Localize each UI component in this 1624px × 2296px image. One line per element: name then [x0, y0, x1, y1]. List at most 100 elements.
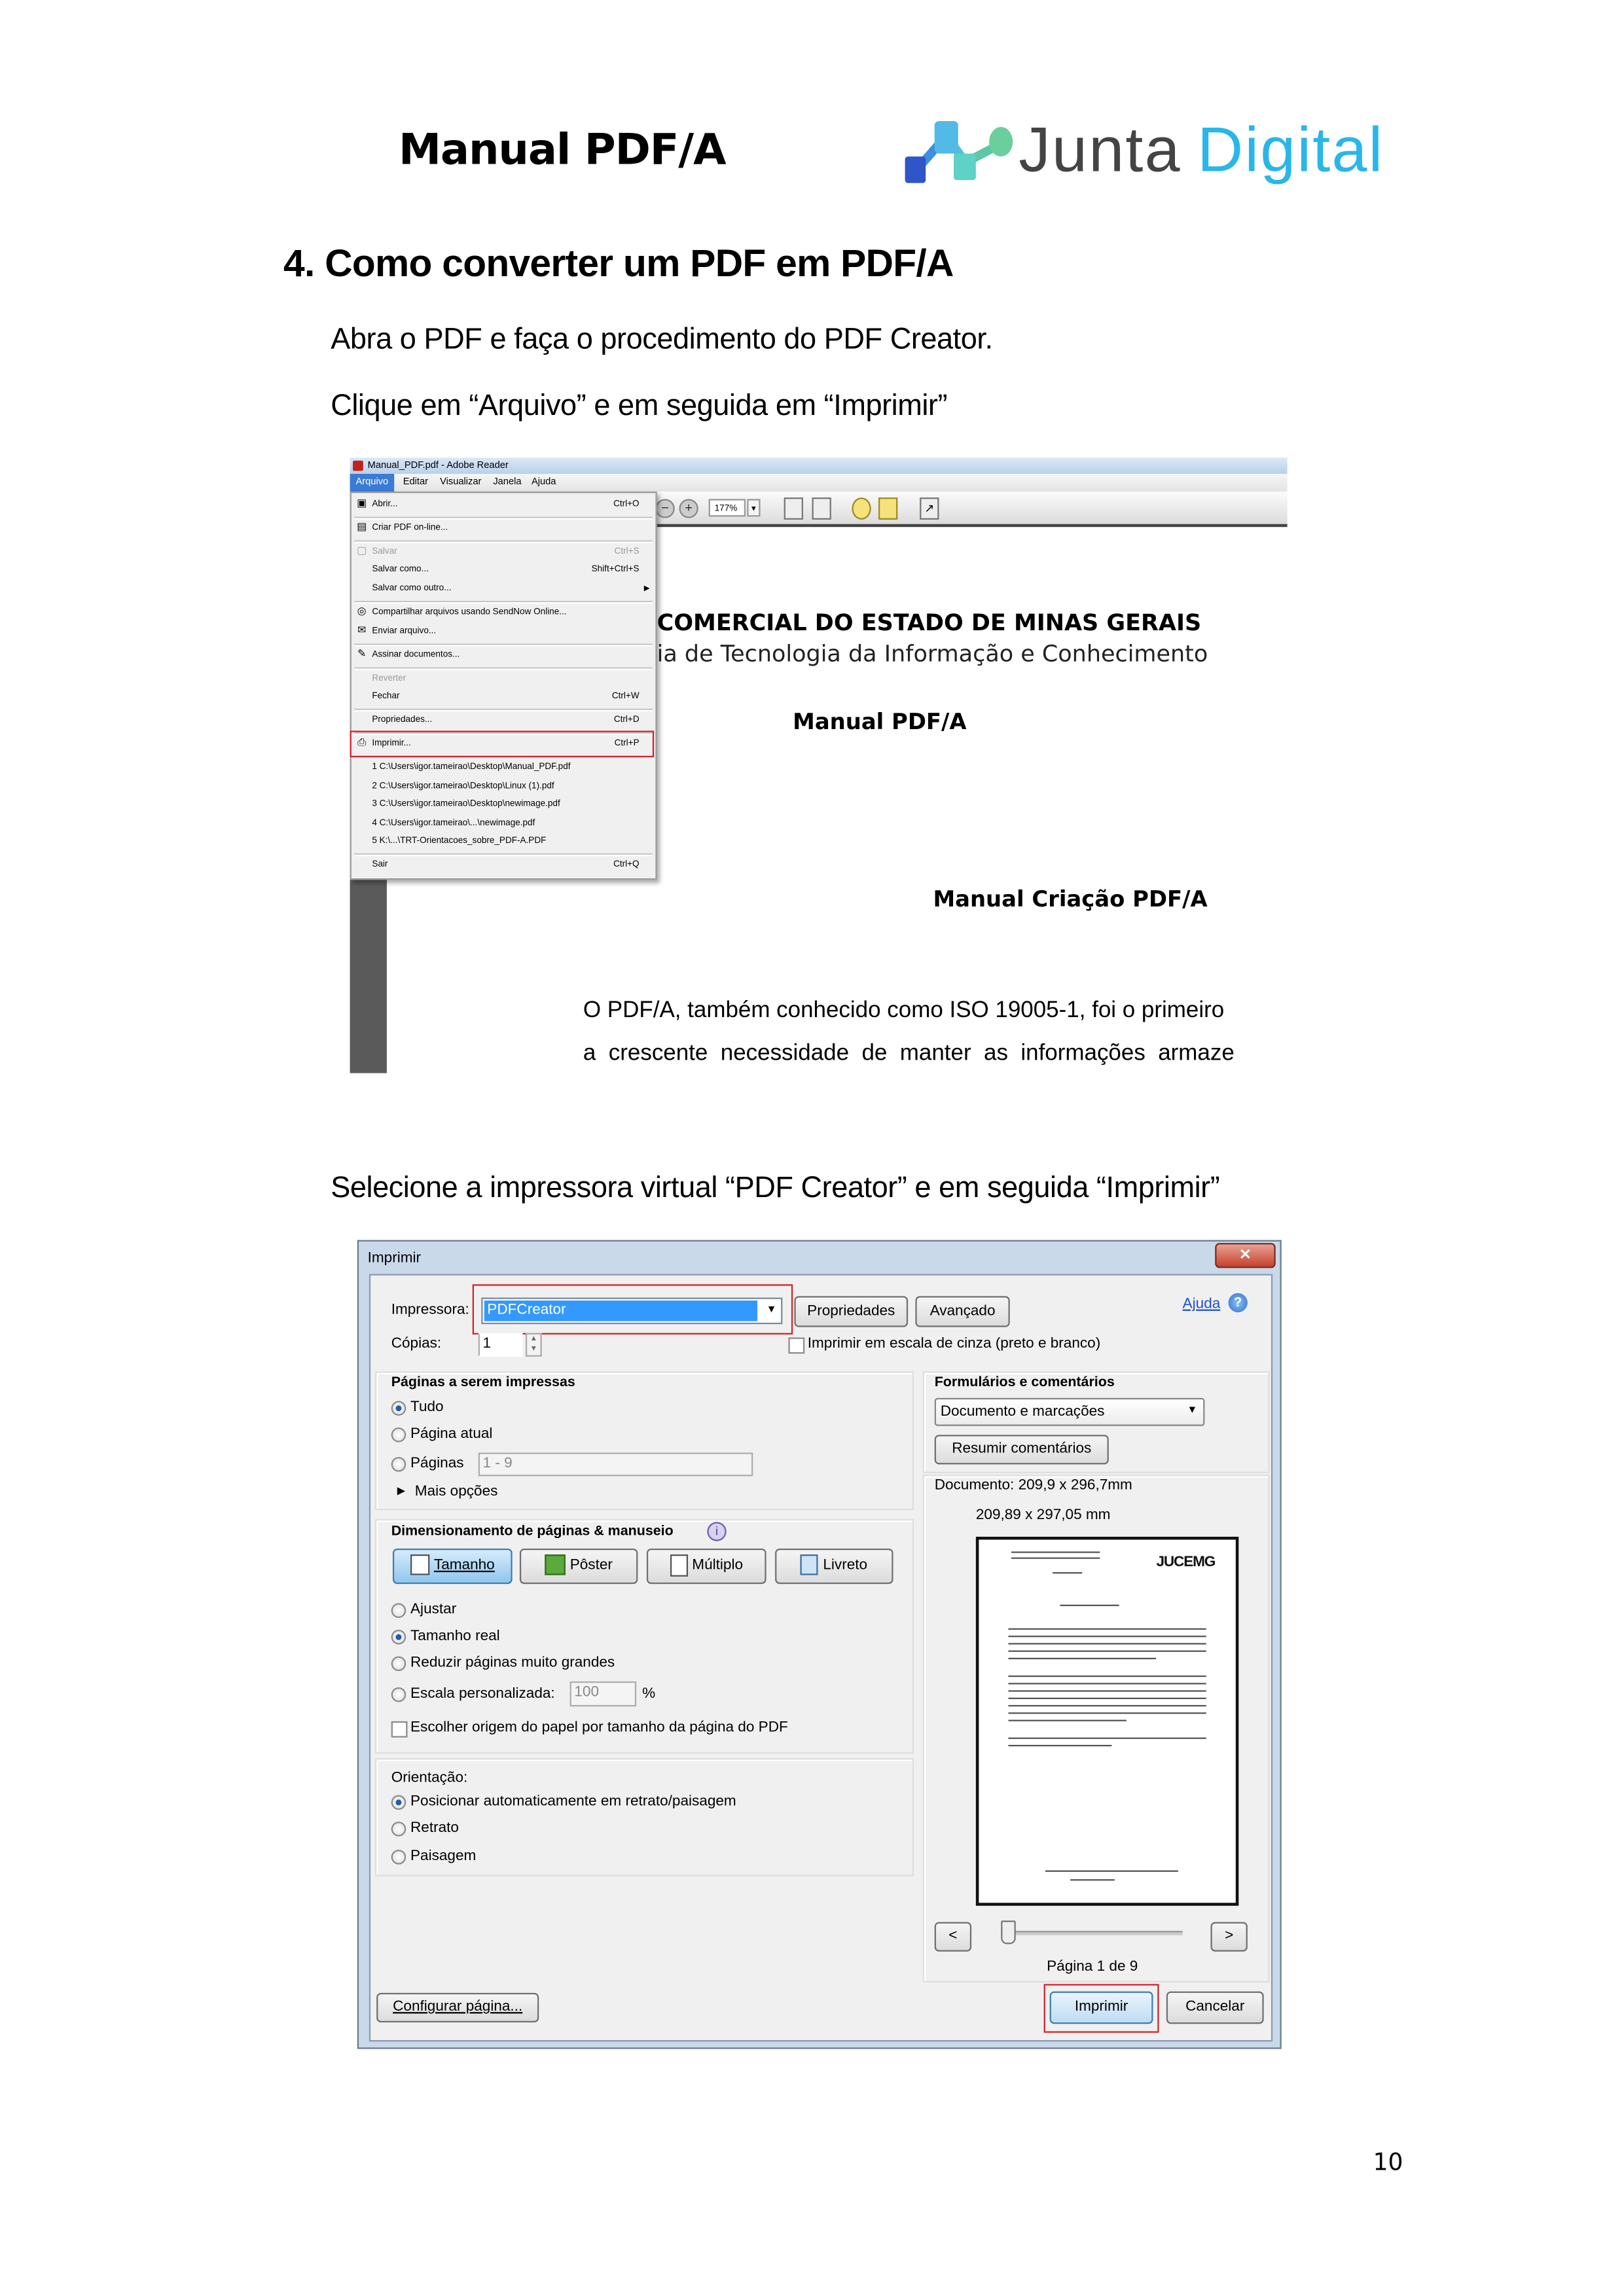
radio-all-pages[interactable]: [391, 1401, 406, 1416]
paper-source-checkbox[interactable]: [391, 1721, 408, 1738]
custom-scale-input[interactable]: 100: [569, 1681, 637, 1707]
recent-file-item[interactable]: 4 C:\Users\igor.tameirao\...\newimage.pd…: [352, 815, 656, 833]
highlight-icon[interactable]: [878, 497, 898, 520]
menu-item-label: Fechar: [372, 692, 400, 702]
grayscale-label: Imprimir em escala de cinza (preto e bra…: [807, 1336, 1101, 1352]
preview-text-line: [1008, 1650, 1206, 1653]
tab-multiple[interactable]: Múltiplo: [646, 1548, 767, 1585]
fit-width-icon[interactable]: [812, 497, 831, 520]
recent-file-item[interactable]: 5 K:\...\TRT-Orientacoes_sobre_PDF-A.PDF: [352, 833, 656, 850]
radio-shrink[interactable]: [391, 1656, 406, 1672]
recent-file-item[interactable]: 2 C:\Users\igor.tameirao\Desktop\Linux (…: [352, 778, 656, 796]
preview-text-line: [1008, 1636, 1206, 1638]
menu-item-label: Salvar como outro...: [372, 584, 452, 594]
expand-triangle-icon[interactable]: ▶: [397, 1484, 405, 1501]
menu-item[interactable]: Salvar como outro... ▶: [352, 580, 656, 598]
menu-item[interactable]: ▤ Criar PDF on-line...: [352, 520, 656, 537]
page-setup-button[interactable]: Configurar página...: [376, 1992, 539, 2022]
printer-label: Impressora:: [391, 1302, 469, 1319]
preview-text-line: [1008, 1643, 1206, 1645]
menu-janela[interactable]: Janela: [493, 474, 521, 492]
fit-page-icon[interactable]: [784, 497, 803, 520]
pages-group-title: Páginas a serem impressas: [391, 1374, 575, 1391]
menu-editar[interactable]: Editar: [403, 474, 428, 492]
menu-item[interactable]: Sair Ctrl+Q: [352, 856, 656, 874]
doc-subtitle: Manual Criação PDF/A: [933, 886, 1208, 912]
close-button[interactable]: ✕: [1215, 1243, 1276, 1268]
copies-input[interactable]: 1: [478, 1333, 523, 1357]
summarize-comments-button[interactable]: Resumir comentários: [934, 1435, 1109, 1465]
header-title: Manual PDF/A: [398, 124, 727, 175]
menu-item-label: 3 C:\Users\igor.tameirao\Desktop\newimag…: [372, 800, 560, 809]
radio-auto-orientation[interactable]: [391, 1795, 406, 1810]
menu-item[interactable]: Propriedades... Ctrl+D: [352, 711, 656, 729]
tab-poster[interactable]: Pôster: [519, 1548, 638, 1585]
window-title: Manual_PDF.pdf - Adobe Reader: [367, 460, 509, 471]
menu-visualizar[interactable]: Visualizar: [440, 474, 481, 492]
comments-select[interactable]: Documento e marcações ▼: [934, 1397, 1205, 1426]
menu-item[interactable]: ✉ Enviar arquivo...: [352, 623, 656, 641]
menu-item-label: Assinar documentos...: [372, 651, 460, 660]
zoom-dropdown-icon[interactable]: ▼: [747, 499, 761, 517]
preview-text-line: [1008, 1705, 1206, 1707]
menu-item-label: 1 C:\Users\igor.tameirao\Desktop\Manual_…: [372, 763, 571, 772]
more-options-link[interactable]: Mais opções: [415, 1484, 498, 1501]
zoom-out-icon[interactable]: −: [655, 499, 675, 518]
prev-page-button[interactable]: <: [934, 1922, 972, 1952]
menu-arquivo[interactable]: Arquivo: [350, 473, 395, 492]
comment-icon[interactable]: [852, 497, 871, 520]
open-folder-icon: ▣: [357, 499, 367, 510]
menu-item-label: Abrir...: [372, 500, 398, 510]
expand-icon[interactable]: ↗: [920, 497, 939, 520]
current-page-label: Página atual: [410, 1426, 493, 1443]
menu-item[interactable]: ▣ Abrir... Ctrl+O: [352, 496, 656, 514]
doc-title: Manual PDF/A: [793, 708, 967, 736]
tab-size[interactable]: Tamanho: [392, 1548, 513, 1585]
window-title-bar: Manual_PDF.pdf - Adobe Reader: [350, 457, 1288, 474]
help-icon[interactable]: ?: [1228, 1293, 1248, 1313]
doc-line-2: ia de Tecnologia da Informação e Conheci…: [657, 640, 1208, 668]
menu-item[interactable]: ▢ Salvar Ctrl+S: [352, 543, 656, 561]
preview-text-line: [1008, 1628, 1206, 1630]
preview-text-line: [1070, 1879, 1115, 1882]
page-range-input[interactable]: 1 - 9: [478, 1452, 753, 1477]
fit-label: Ajustar: [410, 1602, 457, 1618]
step-text-3: Selecione a impressora virtual “PDF Crea…: [331, 1172, 1220, 1205]
preview-text-line: [1008, 1657, 1157, 1660]
advanced-button[interactable]: Avançado: [915, 1296, 1010, 1327]
menu-ajuda[interactable]: Ajuda: [532, 474, 556, 492]
menu-item[interactable]: Salvar como... Shift+Ctrl+S: [352, 561, 656, 579]
grayscale-checkbox[interactable]: [788, 1337, 805, 1354]
menu-item[interactable]: ◎ Compartilhar arquivos usando SendNow On…: [352, 603, 656, 621]
zoom-in-icon[interactable]: +: [679, 499, 698, 518]
info-icon[interactable]: i: [707, 1522, 727, 1541]
size-icon: [410, 1554, 430, 1576]
radio-page-range[interactable]: [391, 1457, 406, 1472]
radio-custom-scale[interactable]: [391, 1687, 406, 1702]
recent-file-item[interactable]: 3 C:\Users\igor.tameirao\Desktop\newimag…: [352, 796, 656, 814]
copies-spinner[interactable]: ▲ ▼: [525, 1333, 542, 1357]
radio-current-page[interactable]: [391, 1427, 406, 1443]
next-page-button[interactable]: >: [1210, 1922, 1248, 1952]
shrink-label: Reduzir páginas muito grandes: [410, 1655, 615, 1672]
auto-orientation-label: Posicionar automaticamente em retrato/pa…: [410, 1793, 736, 1810]
tab-booklet[interactable]: Livreto: [775, 1548, 893, 1585]
page-slider-track[interactable]: [1001, 1931, 1183, 1935]
properties-button[interactable]: Propriedades: [794, 1296, 909, 1327]
help-link[interactable]: Ajuda: [1183, 1296, 1221, 1314]
radio-fit[interactable]: [391, 1603, 406, 1618]
radio-portrait[interactable]: [391, 1821, 406, 1837]
chevron-down-icon: ▼: [1187, 1405, 1198, 1416]
radio-landscape[interactable]: [391, 1850, 406, 1865]
menu-item-shortcut: Ctrl+S: [614, 547, 640, 557]
tab-booklet-label: Livreto: [823, 1557, 868, 1574]
preview-text-line: [1008, 1675, 1206, 1677]
cancel-button[interactable]: Cancelar: [1166, 1991, 1264, 2024]
page-slider-thumb[interactable]: [1001, 1920, 1016, 1945]
menu-item[interactable]: Fechar Ctrl+W: [352, 688, 656, 706]
recent-file-item[interactable]: 1 C:\Users\igor.tameirao\Desktop\Manual_…: [352, 759, 656, 776]
menu-item[interactable]: ✎ Assinar documentos...: [352, 647, 656, 664]
radio-actual-size[interactable]: [391, 1630, 406, 1645]
menu-item[interactable]: Reverter: [352, 670, 656, 688]
zoom-field[interactable]: 177%: [708, 499, 746, 517]
